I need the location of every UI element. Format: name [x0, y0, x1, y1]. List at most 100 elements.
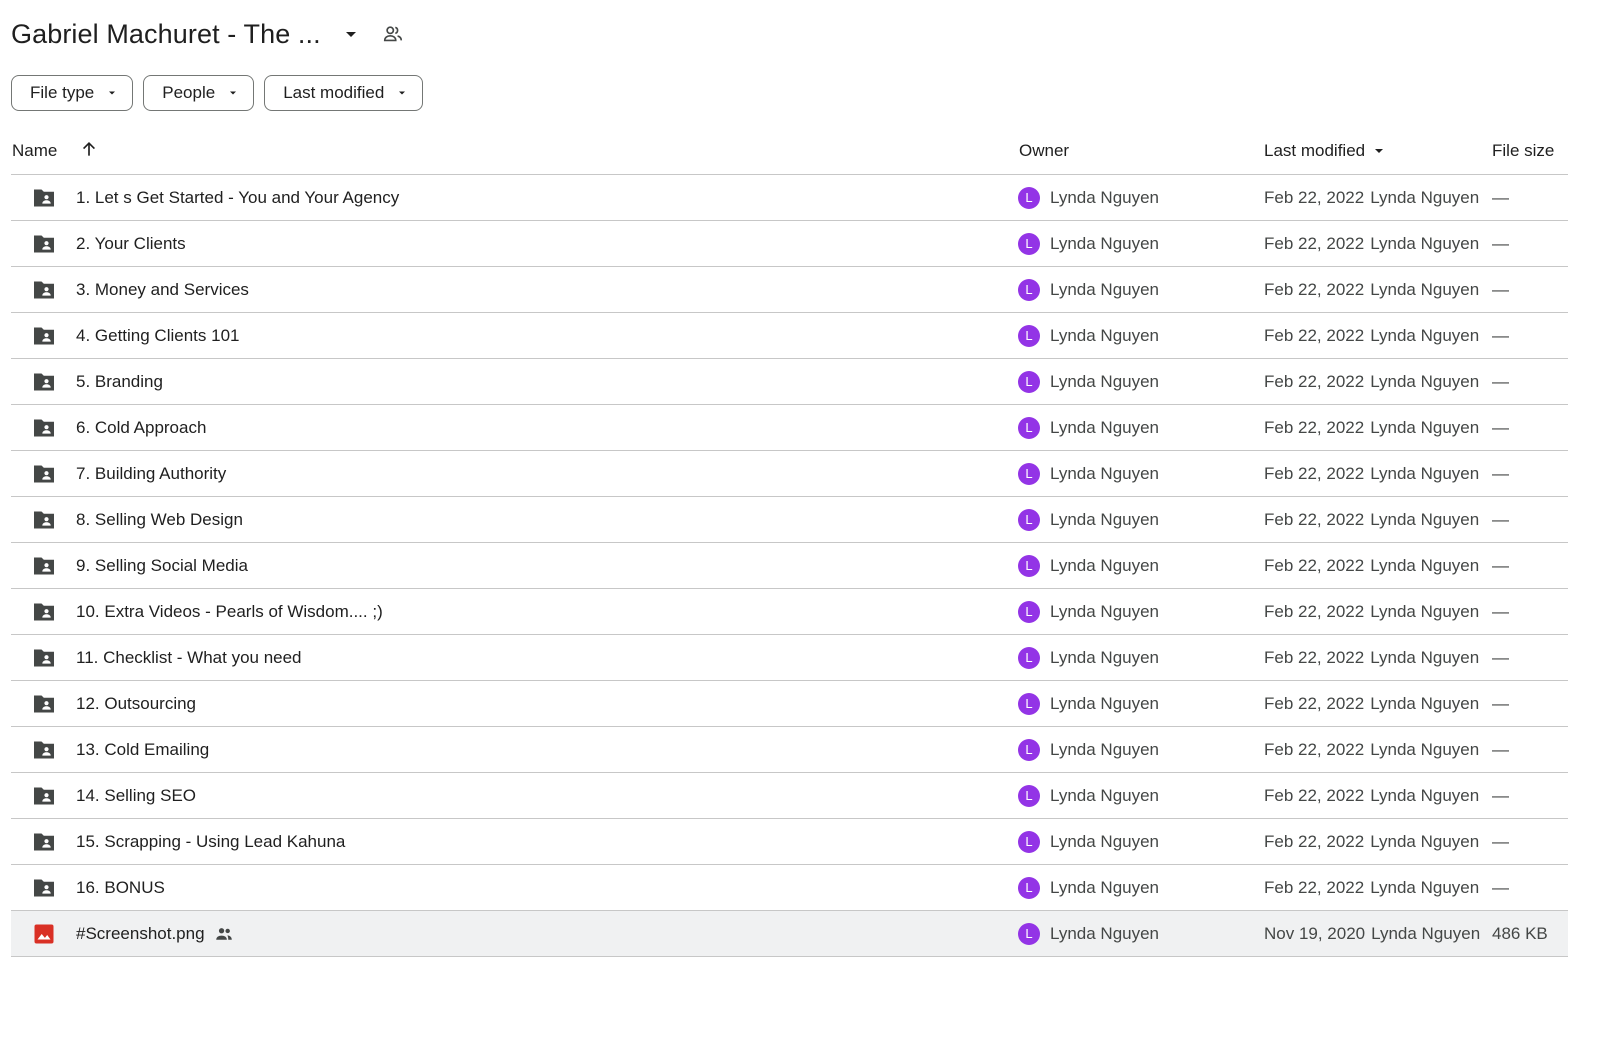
owner-cell: L Lynda Nguyen: [1018, 221, 1159, 266]
modified-by: Lynda Nguyen: [1370, 187, 1480, 207]
file-type-filter-button[interactable]: File type: [11, 75, 134, 111]
modified-date: Feb 22, 2022: [1264, 187, 1365, 207]
modified-date: Feb 22, 2022: [1264, 555, 1365, 575]
people-filter-button[interactable]: People: [143, 75, 255, 111]
table-row[interactable]: 8. Selling Web Design L Lynda Nguyen Feb 22…: [11, 497, 1568, 543]
last-modified-cell: Feb 22, 2022 Lynda Nguyen: [1264, 359, 1479, 404]
table-row[interactable]: 2. Your Clients L Lynda Nguyen Feb 22, 2022…: [11, 221, 1568, 267]
avatar: L: [1018, 646, 1040, 669]
avatar: L: [1018, 738, 1040, 761]
shared-folder-icon: [31, 727, 57, 772]
table-row[interactable]: 10. Extra Videos - Pearls of Wisdom.... …: [11, 589, 1568, 635]
file-name-cell: 16. BONUS: [76, 865, 165, 910]
table-row[interactable]: #Screenshot.png L Lynda Nguyen Nov 19, 2020…: [11, 911, 1568, 957]
modified-by: Lynda Nguyen: [1370, 601, 1480, 621]
shared-folder-icon: [31, 221, 57, 266]
modified-by: Lynda Nguyen: [1370, 831, 1480, 851]
owner-cell: L Lynda Nguyen: [1018, 773, 1159, 818]
table-row[interactable]: 16. BONUS L Lynda Nguyen Feb 22, 2022 Lynda …: [11, 865, 1568, 911]
avatar: L: [1018, 324, 1040, 347]
owner-cell: L Lynda Nguyen: [1018, 359, 1159, 404]
shared-folder-icon: [31, 589, 57, 634]
table-row[interactable]: 4. Getting Clients 101 L Lynda Nguyen Feb 2…: [11, 313, 1568, 359]
file-size: —: [1492, 601, 1509, 621]
file-list: Name Owner Last modified File size 1. Le…: [11, 128, 1568, 957]
table-row[interactable]: 3. Money and Services L Lynda Nguyen Feb 22…: [11, 267, 1568, 313]
file-size: —: [1492, 371, 1509, 391]
file-name: 6. Cold Approach: [76, 417, 207, 437]
avatar: L: [1018, 784, 1040, 807]
modified-by: Lynda Nguyen: [1370, 509, 1480, 529]
last-modified-filter-button[interactable]: Last modified: [264, 75, 424, 111]
owner-name: Lynda Nguyen: [1050, 923, 1160, 943]
file-name: 7. Building Authority: [76, 463, 227, 483]
avatar: L: [1018, 876, 1040, 899]
file-size: —: [1492, 877, 1509, 897]
avatar: L: [1018, 692, 1040, 715]
modified-by: Lynda Nguyen: [1370, 279, 1480, 299]
shared-folder-icon: [31, 451, 57, 496]
modified-date: Feb 22, 2022: [1264, 463, 1365, 483]
table-row[interactable]: 5. Branding L Lynda Nguyen Feb 22, 2022 Lynd…: [11, 359, 1568, 405]
folder-header: Gabriel Machuret - The ...: [11, 14, 405, 54]
file-name: 4. Getting Clients 101: [76, 325, 240, 345]
file-size: —: [1492, 509, 1509, 529]
modified-by: Lynda Nguyen: [1370, 417, 1480, 437]
avatar: L: [1018, 232, 1040, 255]
table-row[interactable]: 15. Scrapping - Using Lead Kahuna L Lynda …: [11, 819, 1568, 865]
avatar: L: [1018, 186, 1040, 209]
people-icon[interactable]: [381, 22, 405, 46]
avatar: L: [1018, 278, 1040, 301]
file-size: —: [1492, 831, 1509, 851]
file-size: —: [1492, 555, 1509, 575]
file-name-cell: 12. Outsourcing: [76, 681, 196, 726]
table-row[interactable]: 9. Selling Social Media L Lynda Nguyen Feb …: [11, 543, 1568, 589]
shared-folder-icon: [31, 635, 57, 680]
owner-column-header: Owner: [1019, 141, 1070, 160]
owner-cell: L Lynda Nguyen: [1018, 635, 1159, 680]
caret-down-icon[interactable]: [339, 22, 363, 46]
owner-name: Lynda Nguyen: [1050, 647, 1160, 667]
avatar: L: [1018, 416, 1040, 439]
table-row[interactable]: 6. Cold Approach L Lynda Nguyen Feb 22, 202…: [11, 405, 1568, 451]
avatar: L: [1018, 600, 1040, 623]
modified-date: Feb 22, 2022: [1264, 279, 1365, 299]
owner-cell: L Lynda Nguyen: [1018, 267, 1159, 312]
modified-date: Feb 22, 2022: [1264, 647, 1365, 667]
table-row[interactable]: 7. Building Authority L Lynda Nguyen Feb 22…: [11, 451, 1568, 497]
owner-name: Lynda Nguyen: [1050, 509, 1160, 529]
owner-name: Lynda Nguyen: [1050, 785, 1160, 805]
owner-cell: L Lynda Nguyen: [1018, 911, 1159, 956]
name-column-header[interactable]: Name: [12, 141, 57, 161]
shared-folder-icon: [31, 175, 57, 220]
shared-people-icon: [214, 925, 234, 943]
folder-title[interactable]: Gabriel Machuret - The ...: [11, 19, 321, 50]
modified-date: Nov 19, 2020: [1264, 923, 1366, 943]
last-modified-cell: Feb 22, 2022 Lynda Nguyen: [1264, 267, 1479, 312]
owner-name: Lynda Nguyen: [1050, 187, 1160, 207]
table-row[interactable]: 11. Checklist - What you need L Lynda Nguy…: [11, 635, 1568, 681]
modified-by: Lynda Nguyen: [1371, 923, 1481, 943]
table-row[interactable]: 13. Cold Emailing L Lynda Nguyen Feb 22, 20…: [11, 727, 1568, 773]
owner-cell: L Lynda Nguyen: [1018, 727, 1159, 772]
file-name: 10. Extra Videos - Pearls of Wisdom.... …: [76, 601, 383, 621]
last-modified-cell: Feb 22, 2022 Lynda Nguyen: [1264, 635, 1479, 680]
modified-by: Lynda Nguyen: [1370, 647, 1480, 667]
file-size: —: [1492, 233, 1509, 253]
modified-date: Feb 22, 2022: [1264, 371, 1365, 391]
modified-by: Lynda Nguyen: [1370, 233, 1480, 253]
avatar: L: [1018, 508, 1040, 531]
file-name: 9. Selling Social Media: [76, 555, 248, 575]
file-name: 14. Selling SEO: [76, 785, 197, 805]
last-modified-cell: Feb 22, 2022 Lynda Nguyen: [1264, 589, 1479, 634]
table-row[interactable]: 1. Let s Get Started - You and Your Agen…: [11, 175, 1568, 221]
table-row[interactable]: 14. Selling SEO L Lynda Nguyen Feb 22, 2022…: [11, 773, 1568, 819]
modified-date: Feb 22, 2022: [1264, 325, 1365, 345]
owner-name: Lynda Nguyen: [1050, 325, 1160, 345]
arrow-up-icon[interactable]: [79, 139, 99, 159]
shared-folder-icon: [31, 267, 57, 312]
last-modified-column-header[interactable]: Last modified: [1264, 141, 1387, 161]
table-row[interactable]: 12. Outsourcing L Lynda Nguyen Feb 22, 2022…: [11, 681, 1568, 727]
caret-down-icon: [106, 87, 118, 99]
owner-cell: L Lynda Nguyen: [1018, 175, 1159, 220]
